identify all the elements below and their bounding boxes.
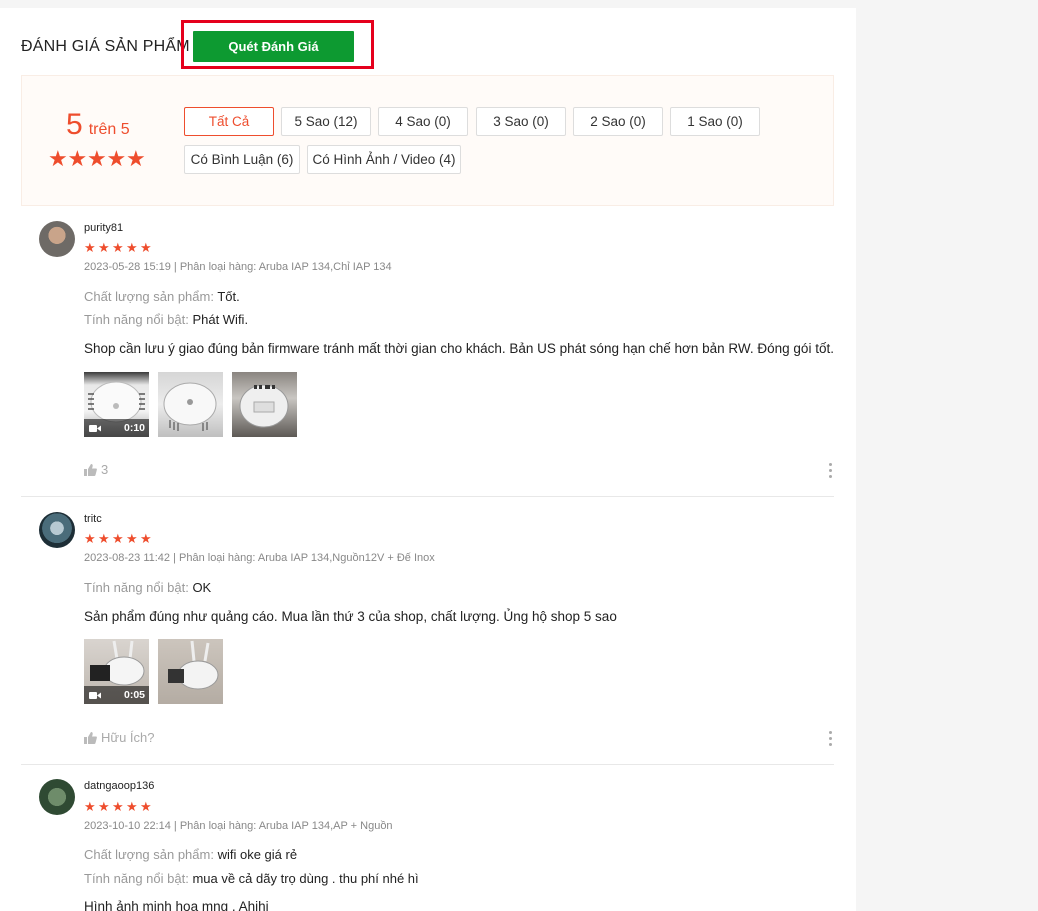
like-count: 3 [101,462,109,477]
reviewer-name[interactable]: purity81 [84,222,123,234]
filter-3-star[interactable]: 3 Sao (0) [476,107,566,136]
attribute-value: OK [192,580,212,595]
star-icon: ★ [98,531,110,546]
attribute-key: Tính năng nổi bật: [84,871,189,886]
star-icon: ★ [126,531,138,546]
rating-overview: 5 trên 5 ★ ★ ★ ★ ★ [21,75,834,206]
more-vertical-icon[interactable] [829,463,833,481]
review-divider [21,764,834,765]
attribute-value: Phát Wifi. [192,312,249,327]
star-icon: ★ [140,799,152,814]
filter-4-star[interactable]: 4 Sao (0) [378,107,468,136]
review-comment: Hình ảnh minh họa mng . Ahihi [84,899,269,911]
thumbs-up-icon [84,731,97,744]
review-attribute: Chất lượng sản phẩm: wifi oke giá rẻ [84,847,297,862]
review-meta: 2023-05-28 15:19 | Phân loại hàng: Aruba… [84,261,392,273]
star-icon: ★ [126,799,138,814]
star-icon: ★ [84,799,96,814]
review-video-thumbnail[interactable]: 0:05 [84,639,149,704]
star-icon: ★ [126,146,146,171]
review-image-thumbnail[interactable] [232,372,297,437]
thumbs-up-icon [84,463,97,476]
attribute-key: Tính năng nổi bật: [84,580,189,595]
avatar[interactable] [39,512,75,548]
video-duration: 0:05 [123,689,145,701]
section-title: ĐÁNH GIÁ SẢN PHẨM [21,38,190,55]
filter-all[interactable]: Tất Cả [184,107,274,136]
star-icon: ★ [126,240,138,255]
more-vertical-icon[interactable] [829,731,833,749]
video-camera-icon [89,424,101,432]
scan-reviews-button[interactable]: Quét Đánh Giá [193,31,354,62]
star-icon: ★ [98,799,110,814]
star-icon: ★ [48,146,68,171]
star-icon: ★ [67,146,88,171]
review-image-thumbnail[interactable] [158,372,223,437]
avatar[interactable] [39,779,75,815]
reviewer-name[interactable]: tritc [84,513,102,525]
review-divider [21,496,834,497]
filter-2-star[interactable]: 2 Sao (0) [573,107,663,136]
helpful-button[interactable]: Hữu Ích? [84,730,155,745]
router-picture [239,384,289,428]
average-score: 5 trên 5 [66,108,130,142]
router-picture [163,382,217,431]
star-icon: ★ [112,240,124,255]
review-image-thumbnail[interactable] [158,639,223,704]
review-comment: Sản phẩm đúng như quảng cáo. Mua lần thứ… [84,609,617,624]
review-attribute: Tính năng nổi bật: mua về cả dãy trọ dùn… [84,871,419,886]
star-icon: ★ [87,146,107,171]
router-picture [168,640,219,690]
star-icon: ★ [84,531,96,546]
attribute-value: Tốt. [217,289,240,304]
star-icon: ★ [112,531,124,546]
filter-5-star[interactable]: 5 Sao (12) [281,107,371,136]
review-video-thumbnail[interactable]: 0:10 [84,372,149,437]
reviewer-name[interactable]: datngaoop136 [84,780,154,792]
score-value: 5 [66,108,83,141]
video-camera-icon [89,691,101,699]
star-icon: ★ [98,240,110,255]
star-icon: ★ [84,240,96,255]
filter-with-comment[interactable]: Có Bình Luận (6) [184,145,300,174]
attribute-value: wifi oke giá rẻ [217,847,298,862]
attribute-key: Chất lượng sản phẩm: [84,847,214,862]
filter-1-star[interactable]: 1 Sao (0) [670,107,760,136]
avatar[interactable] [39,221,75,257]
star-icon: ★ [140,531,152,546]
filter-with-media[interactable]: Có Hình Ảnh / Video (4) [307,145,461,174]
score-suffix: trên 5 [88,121,130,138]
star-icon: ★ [106,146,127,171]
attribute-value: mua về cả dãy trọ dùng . thu phí nhé hì [192,871,419,886]
review-attribute: Tính năng nổi bật: OK [84,580,211,595]
review-stars: ★ ★ ★ ★ ★ [84,532,154,545]
attribute-key: Tính năng nổi bật: [84,312,189,327]
attribute-key: Chất lượng sản phẩm: [84,289,214,304]
video-duration: 0:10 [123,422,145,434]
like-button[interactable]: 3 [84,462,108,477]
review-attribute: Chất lượng sản phẩm: Tốt. [84,289,240,304]
video-bar: 0:05 [84,686,149,704]
review-meta: 2023-10-10 22:14 | Phân loại hàng: Aruba… [84,820,393,832]
review-stars: ★ ★ ★ ★ ★ [84,800,154,813]
review-stars: ★ ★ ★ ★ ★ [84,241,154,254]
star-icon: ★ [112,799,124,814]
video-bar: 0:10 [84,419,149,437]
review-attribute: Tính năng nổi bật: Phát Wifi. [84,312,248,327]
overview-stars: ★ ★ ★ ★ ★ [48,148,146,170]
review-meta: 2023-08-23 11:42 | Phân loại hàng: Aruba… [84,552,435,564]
review-comment: Shop cần lưu ý giao đúng bản firmware tr… [84,341,834,356]
helpful-label: Hữu Ích? [101,730,155,745]
star-icon: ★ [140,240,152,255]
